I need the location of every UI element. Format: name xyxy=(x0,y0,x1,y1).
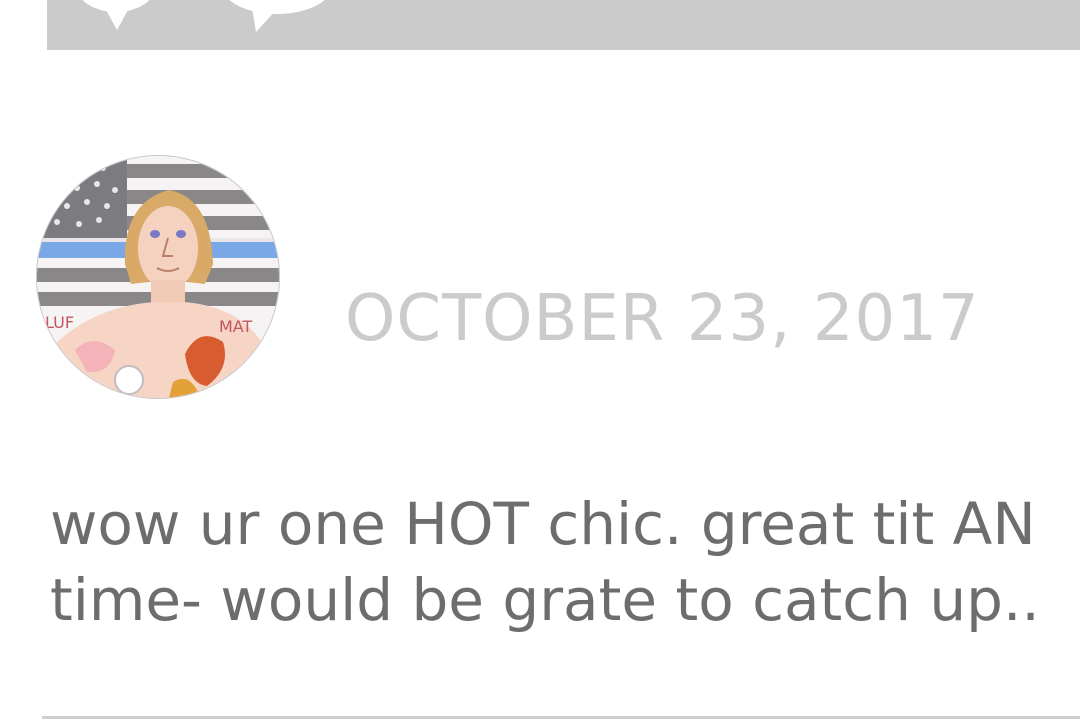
comment-page: LUF MAT OCTOBER 23, 2017 wow ur one HOT … xyxy=(0,0,1080,720)
top-bar xyxy=(47,0,1080,50)
avatar[interactable]: LUF MAT xyxy=(37,156,279,398)
svg-text:LUF: LUF xyxy=(45,313,74,332)
avatar-illustration: LUF MAT xyxy=(37,156,279,398)
comment-divider xyxy=(42,716,1080,719)
comment-line: wow ur one HOT chic. great tit AN xyxy=(50,490,1036,558)
speech-bubble-tail xyxy=(252,8,278,32)
comment-body: wow ur one HOT chic. great tit AN time- … xyxy=(50,486,1080,638)
speech-bubble-tail xyxy=(105,8,129,30)
comment-line: time- would be grate to catch up.. xyxy=(50,566,1040,634)
post-date: OCTOBER 23, 2017 xyxy=(345,282,980,356)
svg-text:MAT: MAT xyxy=(219,317,253,336)
